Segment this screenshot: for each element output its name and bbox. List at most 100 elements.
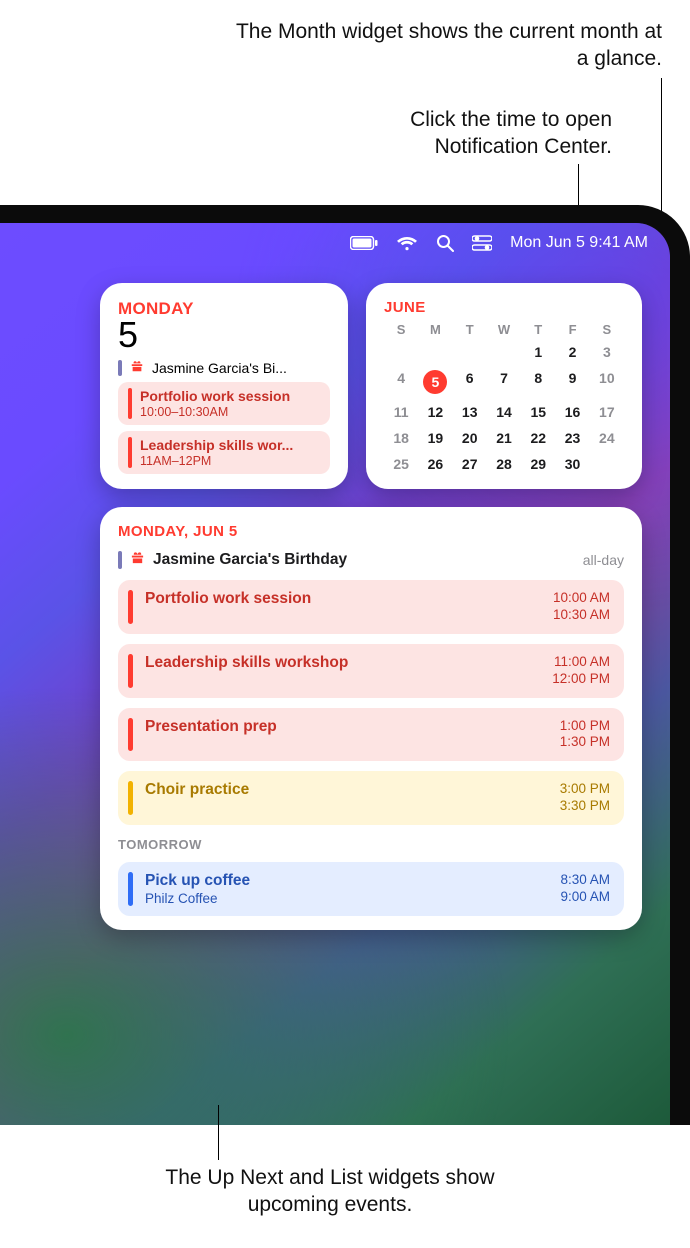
month-day[interactable]: 10: [590, 367, 624, 397]
month-day[interactable]: 14: [487, 401, 521, 423]
list-event[interactable]: Leadership skills workshop 11:00 AM12:00 …: [118, 644, 624, 698]
month-day[interactable]: 27: [453, 453, 487, 475]
list-birthday-row: Jasmine Garcia's Birthday all-day: [118, 550, 624, 570]
control-center-icon[interactable]: [472, 235, 492, 251]
month-day[interactable]: 5: [418, 367, 452, 397]
month-day[interactable]: 9: [555, 367, 589, 397]
month-day[interactable]: 22: [521, 427, 555, 449]
list-event[interactable]: Presentation prep 1:00 PM1:30 PM: [118, 708, 624, 762]
widget-up-next[interactable]: Monday 5 Jasmine Garcia's Bi... Portfoli…: [100, 283, 348, 489]
event-bar: [128, 654, 133, 688]
wifi-icon[interactable]: [396, 235, 418, 251]
month-day[interactable]: 8: [521, 367, 555, 397]
birthday-bar: [118, 360, 122, 376]
upnext-event: Portfolio work session10:00–10:30AM: [118, 382, 330, 425]
month-day[interactable]: 12: [418, 401, 452, 423]
gift-icon: [130, 359, 144, 376]
event-title: Portfolio work session: [145, 590, 541, 608]
upnext-day-number: 5: [118, 317, 330, 353]
event-start: 11:00 AM: [552, 654, 610, 671]
month-day[interactable]: 1: [521, 341, 555, 363]
callout-list-line: [218, 1105, 219, 1160]
month-day-empty: [453, 341, 487, 363]
month-day[interactable]: 3: [590, 341, 624, 363]
list-event[interactable]: Portfolio work session 10:00 AM10:30 AM: [118, 580, 624, 634]
event-bar: [128, 718, 133, 752]
month-day[interactable]: 16: [555, 401, 589, 423]
event-end: 9:00 AM: [560, 889, 610, 906]
event-title: Presentation prep: [145, 718, 548, 736]
month-day[interactable]: 29: [521, 453, 555, 475]
upnext-event-title: Leadership skills wor...: [140, 437, 293, 453]
month-day[interactable]: 25: [384, 453, 418, 475]
month-dow: F: [555, 322, 589, 337]
month-grid: SMTWTFS123456789101112131415161718192021…: [384, 322, 624, 475]
callout-list: The Up Next and List widgets show upcomi…: [120, 1164, 540, 1219]
upnext-birthday-text: Jasmine Garcia's Bi...: [152, 360, 287, 376]
list-date: MONDAY, JUN 5: [118, 523, 624, 540]
event-start: 8:30 AM: [560, 872, 610, 889]
event-end: 3:30 PM: [560, 798, 610, 815]
event-start: 3:00 PM: [560, 781, 610, 798]
event-end: 10:30 AM: [553, 607, 610, 624]
month-day[interactable]: 28: [487, 453, 521, 475]
month-day[interactable]: 24: [590, 427, 624, 449]
list-tomorrow-label: TOMORROW: [118, 837, 624, 852]
upnext-event-title: Portfolio work session: [140, 388, 290, 404]
gift-icon: [130, 550, 145, 570]
event-bar: [128, 388, 132, 419]
event-end: 12:00 PM: [552, 671, 610, 688]
event-bar: [128, 437, 132, 468]
list-event[interactable]: Choir practice 3:00 PM3:30 PM: [118, 771, 624, 825]
event-start: 10:00 AM: [553, 590, 610, 607]
widget-month[interactable]: JUNE SMTWTFS1234567891011121314151617181…: [366, 283, 642, 489]
month-day[interactable]: 30: [555, 453, 589, 475]
month-day[interactable]: 4: [384, 367, 418, 397]
month-day-empty: [487, 341, 521, 363]
widget-list[interactable]: MONDAY, JUN 5 Jasmine Garcia's Birthday …: [100, 507, 642, 930]
month-dow: S: [590, 322, 624, 337]
month-day[interactable]: 21: [487, 427, 521, 449]
event-bar: [128, 872, 133, 906]
event-title: Choir practice: [145, 781, 548, 799]
month-day[interactable]: 20: [453, 427, 487, 449]
month-day[interactable]: 26: [418, 453, 452, 475]
month-day[interactable]: 23: [555, 427, 589, 449]
month-day[interactable]: 18: [384, 427, 418, 449]
month-day-empty: [384, 341, 418, 363]
event-end: 1:30 PM: [560, 734, 610, 751]
month-day[interactable]: 19: [418, 427, 452, 449]
month-title: JUNE: [384, 299, 624, 316]
event-subtitle: Philz Coffee: [145, 891, 548, 906]
month-dow: M: [418, 322, 452, 337]
month-dow: T: [453, 322, 487, 337]
month-day[interactable]: 2: [555, 341, 589, 363]
battery-icon[interactable]: [350, 236, 378, 250]
event-start: 1:00 PM: [560, 718, 610, 735]
list-birthday-name: Jasmine Garcia's Birthday: [153, 551, 575, 569]
upnext-event-time: 11AM–12PM: [140, 454, 293, 468]
search-icon[interactable]: [436, 234, 454, 252]
month-day[interactable]: 6: [453, 367, 487, 397]
device-bezel: Mon Jun 5 9:41 AM Monday 5 Jasmine Garci…: [0, 205, 690, 1125]
list-birthday-bar: [118, 551, 122, 569]
event-title: Pick up coffee: [145, 872, 548, 890]
month-day[interactable]: 7: [487, 367, 521, 397]
upnext-birthday: Jasmine Garcia's Bi...: [118, 359, 330, 376]
upnext-weekday: Monday: [118, 299, 330, 319]
event-title: Leadership skills workshop: [145, 654, 540, 672]
month-day[interactable]: 13: [453, 401, 487, 423]
list-birthday-tag: all-day: [583, 552, 624, 568]
month-dow: T: [521, 322, 555, 337]
callout-month: The Month widget shows the current month…: [232, 18, 662, 73]
month-day[interactable]: 17: [590, 401, 624, 423]
upnext-event-time: 10:00–10:30AM: [140, 405, 290, 419]
event-bar: [128, 590, 133, 624]
month-day[interactable]: 11: [384, 401, 418, 423]
desktop-screen: Mon Jun 5 9:41 AM Monday 5 Jasmine Garci…: [0, 223, 670, 1125]
menubar-datetime[interactable]: Mon Jun 5 9:41 AM: [510, 234, 648, 252]
callout-time: Click the time to open Notification Cent…: [302, 106, 612, 161]
month-day[interactable]: 15: [521, 401, 555, 423]
upnext-event: Leadership skills wor...11AM–12PM: [118, 431, 330, 474]
list-event[interactable]: Pick up coffeePhilz Coffee 8:30 AM9:00 AM: [118, 862, 624, 916]
